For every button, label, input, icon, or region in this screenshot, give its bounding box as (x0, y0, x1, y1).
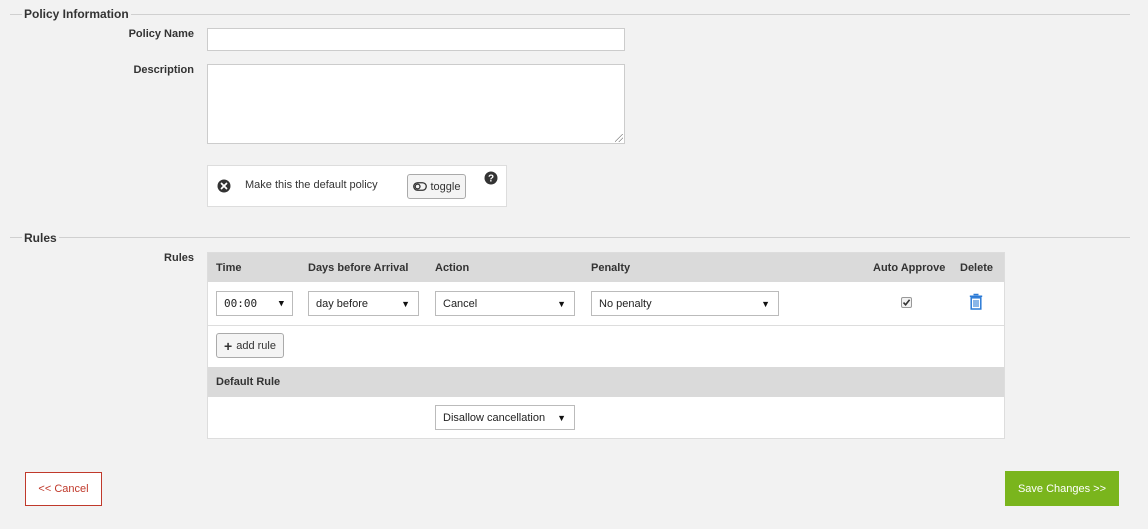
resize-handle-icon[interactable] (615, 134, 623, 142)
dropdown-arrow-icon: ▼ (557, 298, 566, 309)
rules-table: Time Days before Arrival Action Penalty … (207, 252, 1005, 439)
trash-icon[interactable] (969, 293, 983, 310)
toggle-label: toggle (430, 180, 461, 193)
penalty-select[interactable]: No penalty ▼ (591, 291, 779, 316)
rules-legend: Rules (22, 231, 59, 245)
dropdown-arrow-icon: ▼ (401, 298, 410, 309)
save-changes-button[interactable]: Save Changes >> (1005, 471, 1119, 506)
auto-approve-checkbox[interactable] (901, 297, 912, 308)
dropdown-arrow-icon: ▼ (278, 298, 284, 309)
action-select[interactable]: Cancel ▼ (435, 291, 575, 316)
cancel-button[interactable]: << Cancel (25, 472, 102, 506)
header-auto-approve: Auto Approve (873, 262, 946, 274)
toggle-icon (412, 182, 427, 191)
checkmark-icon (902, 299, 911, 307)
penalty-select-value: No penalty (599, 297, 652, 310)
table-row: 00:00 ▼ day before ▼ Cancel ▼ No penalty… (208, 282, 1004, 325)
header-time: Time (216, 262, 242, 274)
days-before-arrival-select[interactable]: day before ▼ (308, 291, 419, 316)
help-icon[interactable]: ? (484, 171, 498, 185)
dropdown-arrow-icon: ▼ (761, 298, 770, 309)
header-days-before-arrival: Days before Arrival (308, 262, 409, 274)
plus-icon: + (224, 337, 233, 354)
header-action: Action (435, 262, 470, 274)
policy-information-legend: Policy Information (22, 7, 131, 21)
add-rule-label: add rule (236, 339, 276, 352)
section-divider (10, 14, 1130, 15)
default-rule-select[interactable]: Disallow cancellation ▼ (435, 405, 575, 430)
toggle-button[interactable]: toggle (407, 174, 466, 199)
policy-name-input[interactable] (207, 28, 625, 51)
section-divider (10, 237, 1130, 238)
add-rule-button[interactable]: + add rule (216, 333, 284, 358)
rules-label: Rules (164, 252, 194, 264)
dropdown-arrow-icon: ▼ (557, 412, 566, 423)
policy-name-label: Policy Name (128, 28, 194, 40)
row-divider (208, 325, 1004, 326)
action-select-value: Cancel (443, 297, 478, 310)
days-select-value: day before (316, 297, 368, 310)
close-circle-icon (217, 179, 231, 193)
time-select[interactable]: 00:00 ▼ (216, 291, 293, 316)
default-rule-select-value: Disallow cancellation (443, 411, 546, 424)
time-select-value: 00:00 (224, 297, 258, 310)
default-policy-box: Make this the default policy toggle ? (207, 165, 507, 207)
description-label: Description (133, 64, 194, 76)
default-policy-text: Make this the default policy (245, 179, 378, 191)
svg-text:?: ? (488, 174, 494, 185)
default-rule-header: Default Rule (216, 376, 281, 388)
header-penalty: Penalty (591, 262, 631, 274)
default-rule-header-row (208, 367, 1004, 397)
description-textarea[interactable] (207, 64, 625, 144)
header-delete: Delete (960, 262, 994, 274)
